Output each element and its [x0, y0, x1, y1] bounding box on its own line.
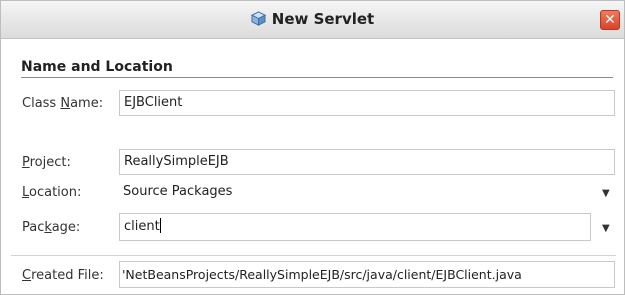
created-file-label: Created File:: [22, 268, 104, 283]
class-name-field[interactable]: EJBClient: [119, 90, 615, 116]
new-servlet-dialog: New Servlet ✕ Name and Location Class Na…: [0, 0, 625, 295]
package-field[interactable]: client: [119, 213, 591, 241]
class-name-value: EJBClient: [124, 95, 183, 110]
cube-icon: [250, 11, 266, 26]
class-name-label: Class Name:: [22, 96, 104, 111]
package-dropdown-arrow-icon[interactable]: ▼: [602, 223, 610, 234]
title-wrap: New Servlet: [1, 10, 624, 28]
location-dropdown[interactable]: Source Packages: [123, 179, 613, 205]
title-bar[interactable]: New Servlet ✕: [1, 1, 624, 39]
package-value: client: [124, 219, 160, 234]
close-button[interactable]: ✕: [600, 10, 620, 30]
project-value: ReallySimpleEJB: [124, 154, 229, 169]
created-file-value: 'NetBeansProjects/ReallySimpleEJB/src/ja…: [122, 267, 522, 282]
location-label: Location:: [22, 185, 82, 200]
project-label: Project:: [22, 155, 71, 170]
created-file-field[interactable]: 'NetBeansProjects/ReallySimpleEJB/src/ja…: [119, 261, 615, 288]
section-title: Name and Location: [21, 59, 173, 75]
field-separator: [11, 255, 616, 256]
project-field[interactable]: ReallySimpleEJB: [119, 149, 615, 175]
close-icon: ✕: [604, 12, 616, 28]
section-divider: [21, 77, 613, 78]
package-label: Package:: [22, 220, 81, 235]
text-caret: [159, 218, 161, 233]
location-value: Source Packages: [123, 184, 233, 199]
location-dropdown-arrow-icon[interactable]: ▼: [602, 188, 610, 199]
dialog-title: New Servlet: [271, 10, 375, 28]
